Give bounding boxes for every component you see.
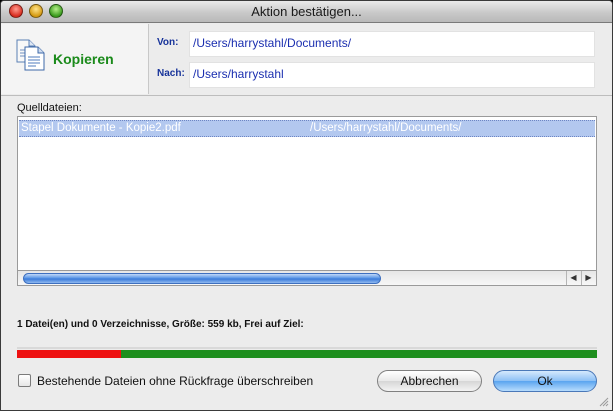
resize-grip-icon[interactable]: [599, 397, 609, 407]
overwrite-checkbox[interactable]: [18, 374, 31, 387]
source-files-label: Quelldateien:: [17, 102, 82, 114]
from-path-field: /Users/harrystahl/Documents/: [189, 31, 595, 57]
from-label: Von:: [157, 37, 179, 48]
confirm-action-dialog: Aktion bestätigen... Kopieren Von: /User…: [0, 0, 613, 411]
ok-button[interactable]: Ok: [493, 370, 597, 392]
to-path-field: /Users/harrystahl: [189, 62, 595, 88]
to-label: Nach:: [157, 68, 185, 79]
file-path-cell: /Users/harrystahl/Documents/: [310, 122, 462, 134]
header-divider: [1, 95, 612, 96]
cancel-button[interactable]: Abbrechen: [377, 370, 482, 392]
file-name-cell: Stapel Dokumente - Kopie2.pdf: [21, 122, 181, 134]
disk-space-used: [17, 350, 122, 358]
disk-space-track: [17, 347, 597, 349]
action-header: Kopieren: [1, 24, 149, 94]
disk-space-bar: [17, 350, 597, 358]
copy-documents-icon: [16, 39, 45, 71]
title-bar[interactable]: Aktion bestätigen...: [1, 1, 612, 23]
overwrite-label[interactable]: Bestehende Dateien ohne Rückfrage übersc…: [37, 374, 313, 388]
list-item[interactable]: Stapel Dokumente - Kopie2.pdf /Users/har…: [19, 120, 595, 137]
scroll-right-icon[interactable]: ▶: [581, 271, 595, 285]
window-title: Aktion bestätigen...: [251, 4, 362, 19]
horizontal-scrollbar[interactable]: ◀ ▶: [17, 271, 597, 286]
source-files-list[interactable]: Stapel Dokumente - Kopie2.pdf /Users/har…: [17, 116, 597, 271]
scroll-left-icon[interactable]: ◀: [566, 271, 580, 285]
summary-text: 1 Datei(en) und 0 Verzeichnisse, Größe: …: [17, 319, 304, 330]
scrollbar-thumb[interactable]: [23, 273, 381, 284]
action-name: Kopieren: [53, 51, 114, 67]
